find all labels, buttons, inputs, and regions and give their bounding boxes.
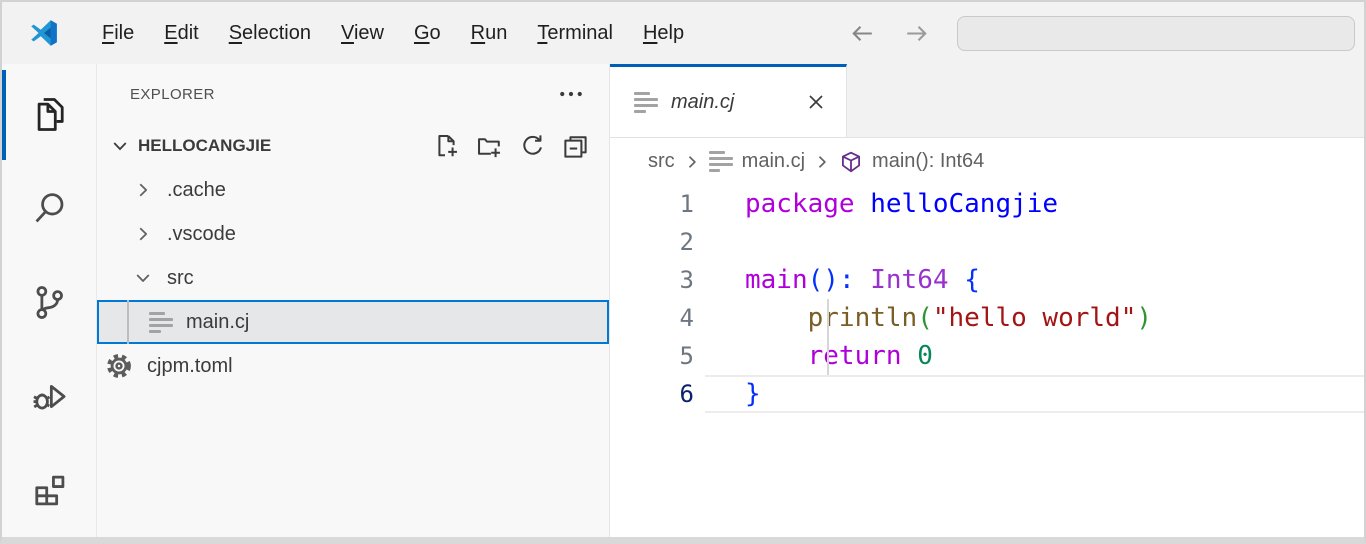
code-line-1[interactable]: 1package helloCangjie [610,185,1364,223]
breadcrumb-item[interactable]: main(): Int64 [839,150,984,174]
activity-search[interactable] [2,162,96,256]
source-control-icon [31,284,68,321]
breadcrumb-item[interactable]: main.cj [709,150,805,174]
indent-guide [827,299,829,337]
title-bar: FileEditSelectionViewGoRunTerminalHelp [2,2,1364,64]
code-editor[interactable]: 1package helloCangjie23main(): Int64 {4 … [610,185,1364,537]
indent-guide [127,300,129,344]
code-line-3[interactable]: 3main(): Int64 { [610,261,1364,299]
chevron-right-icon [682,152,702,172]
menu-file[interactable]: File [87,16,149,51]
line-number: 3 [610,261,694,299]
indent-guide [827,337,829,375]
menu-run[interactable]: Run [456,16,523,51]
explorer-sidebar: EXPLORER HELLOCANGJIE .cache.vscodesrcma… [97,64,610,537]
menu-selection[interactable]: Selection [214,16,326,51]
tree-item-cjpm-toml[interactable]: cjpm.toml [97,344,609,388]
line-number: 2 [610,223,694,261]
tab-bar: main.cj [610,64,1364,138]
new-folder-icon[interactable] [476,133,503,160]
extensions-icon [31,472,68,509]
tab-main-cj[interactable]: main.cj [610,64,847,137]
menu-help[interactable]: Help [628,16,699,51]
current-line-highlight [705,375,1364,413]
refresh-icon[interactable] [519,133,546,160]
vscode-window: FileEditSelectionViewGoRunTerminalHelp E… [0,0,1366,544]
new-file-icon[interactable] [433,133,460,160]
tree-item-src[interactable]: src [97,256,609,300]
code-line-5[interactable]: 5 return 0 [610,337,1364,375]
activity-explorer[interactable] [2,68,96,162]
menu-bar: FileEditSelectionViewGoRunTerminalHelp [87,16,699,51]
breadcrumb: src main.cj main(): Int64 [610,138,1364,185]
chevron-right-icon [812,152,832,172]
close-icon[interactable] [804,90,828,114]
tree-item--cache[interactable]: .cache [97,168,609,212]
explorer-actions [433,133,589,160]
code-line-4[interactable]: 4 println("hello world") [610,299,1364,337]
line-number: 6 [610,375,694,413]
explorer-title: EXPLORER [130,86,215,103]
breadcrumb-item[interactable]: src [648,150,675,173]
search-icon [31,190,68,227]
workspace-name: HELLOCANGJIE [138,136,271,156]
chevron-down-icon [109,135,131,157]
tree-item-main-cj[interactable]: main.cj [97,300,609,344]
symbol-cube-icon [839,150,863,174]
collapse-all-icon[interactable] [562,133,589,160]
vscode-logo-icon [28,17,60,49]
chevron-down-icon [132,267,154,289]
arrow-left-icon[interactable] [849,20,876,47]
menu-edit[interactable]: Edit [149,16,213,51]
line-number: 1 [610,185,694,223]
menu-go[interactable]: Go [399,16,456,51]
tab-label: main.cj [671,91,734,114]
menu-terminal[interactable]: Terminal [522,16,628,51]
file-lines-icon [634,90,658,114]
chevron-right-icon [132,179,154,201]
menu-view[interactable]: View [326,16,399,51]
debug-icon [31,378,68,415]
line-number: 5 [610,337,694,375]
workspace-section-header[interactable]: HELLOCANGJIE [97,124,609,168]
more-actions-icon[interactable] [557,80,585,108]
file-lines-icon [149,310,173,334]
file-tree: .cache.vscodesrcmain.cjcjpm.toml [97,168,609,388]
files-icon [31,96,68,133]
activity-extensions[interactable] [2,443,96,537]
line-number: 4 [610,299,694,337]
arrow-right-icon[interactable] [903,20,930,47]
nav-controls [849,16,1337,51]
tree-item--vscode[interactable]: .vscode [97,212,609,256]
editor-group: main.cj src main.cj main(): Int64 1package… [610,64,1364,537]
activity-bar [2,64,97,537]
activity-source-control[interactable] [2,256,96,350]
file-lines-icon [709,150,733,174]
code-line-6[interactable]: 6} [610,375,1364,413]
code-line-2[interactable]: 2 [610,223,1364,261]
command-center-search-input[interactable] [957,16,1355,51]
gear-icon [104,351,134,381]
activity-run-debug[interactable] [2,349,96,443]
chevron-right-icon [132,223,154,245]
